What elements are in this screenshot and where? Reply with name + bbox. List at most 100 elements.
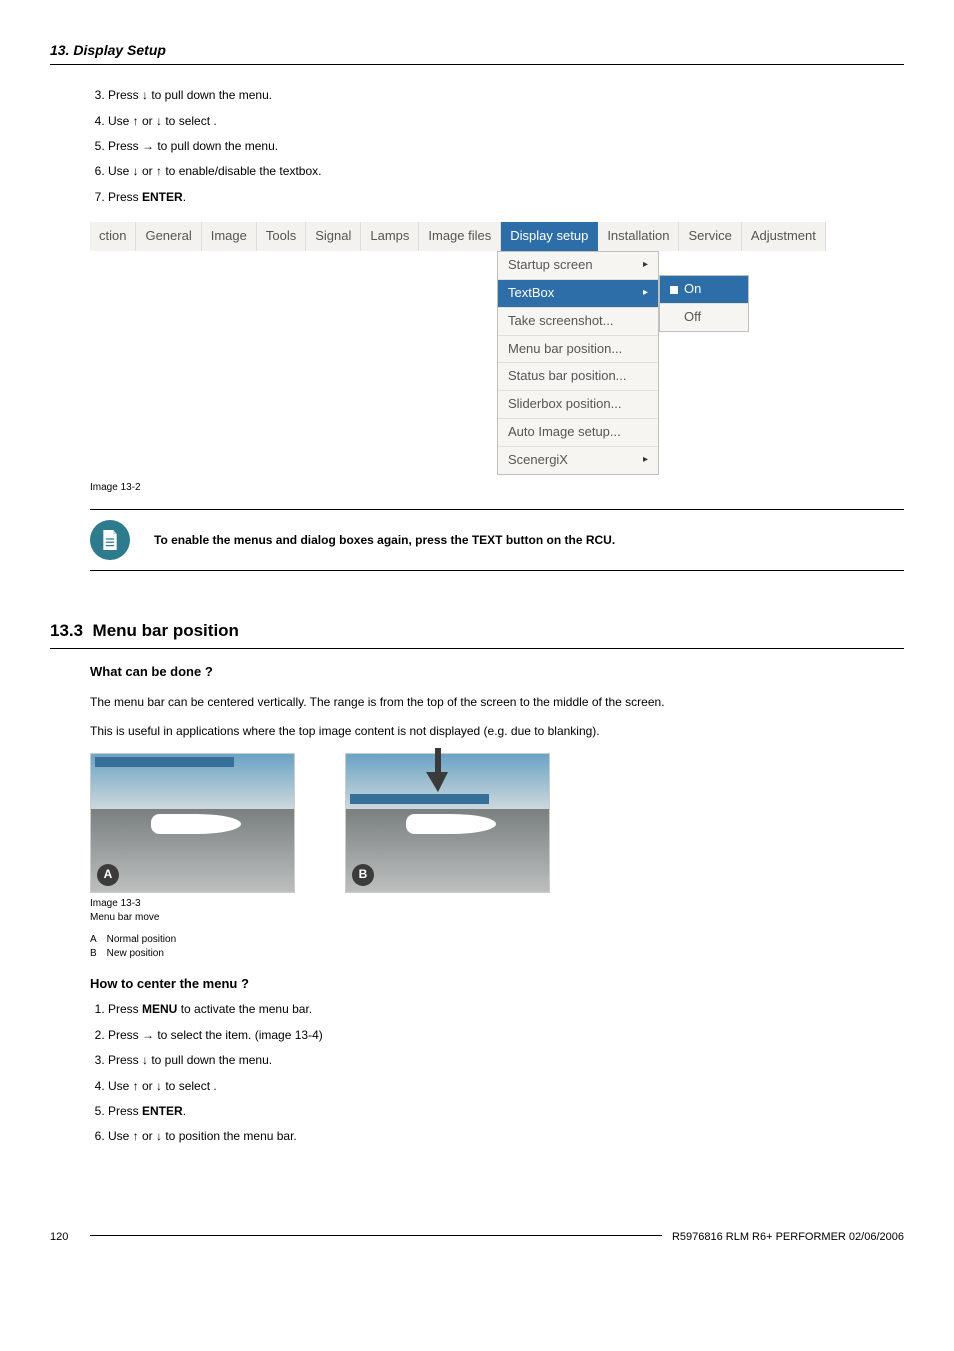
step-7: Press ENTER.	[108, 189, 904, 206]
step-bold: ENTER	[142, 1104, 183, 1118]
menubar-tab[interactable]: Adjustment	[742, 222, 826, 251]
section-title: Menu bar position	[93, 621, 239, 640]
illustration-a: A	[90, 753, 295, 893]
caption-line-2: Menu bar move	[90, 911, 904, 925]
legend-row: A Normal position	[90, 933, 904, 947]
chevron-right-icon: ▸	[643, 286, 648, 301]
how-head: How to center the menu ?	[90, 975, 904, 994]
note-text: To enable the menus and dialog boxes aga…	[154, 532, 615, 549]
how-step: Press ↓ to pull down the menu.	[108, 1052, 904, 1069]
step-prefix: Press	[108, 190, 142, 204]
submenu-item[interactable]: On	[660, 276, 748, 304]
step-text: Press ENTER.	[108, 1104, 186, 1118]
step-5: Press → to pull down the menu.	[108, 138, 904, 155]
how-steps-list: Press MENU to activate the menu bar.Pres…	[90, 1001, 904, 1145]
step-text: Press MENU to activate the menu bar.	[108, 1002, 312, 1016]
mini-menubar	[350, 794, 489, 804]
menubar-tab[interactable]: Lamps	[361, 222, 419, 251]
plane-icon	[406, 814, 496, 834]
menubar-tab[interactable]: Image files	[419, 222, 501, 251]
dropdown-item[interactable]: Sliderbox position...	[498, 391, 658, 419]
legend: A Normal positionB New position	[90, 933, 904, 961]
submenu-item-label: Off	[684, 308, 701, 327]
step-suffix: .	[183, 1104, 186, 1118]
step-4: Use ↑ or ↓ to select .	[108, 113, 904, 130]
illustration-row: A B	[90, 753, 904, 893]
step-text: Press ↓ to pull down the menu.	[108, 88, 272, 102]
chevron-right-icon: ▸	[643, 453, 648, 468]
how-step: Use ↑ or ↓ to select .	[108, 1078, 904, 1095]
menubar-tab[interactable]: ction	[90, 222, 136, 251]
dropdown-item-label: ScenergiX	[508, 451, 568, 470]
chip-a: A	[97, 864, 119, 886]
note-icon	[90, 520, 130, 560]
menu-screenshot: ctionGeneralImageToolsSignalLampsImage f…	[90, 222, 904, 475]
step-text: Use ↓ or ↑ to enable/disable the textbox…	[108, 164, 321, 178]
dropdown-item[interactable]: Take screenshot...	[498, 308, 658, 336]
step-suffix: to activate the menu bar.	[177, 1002, 312, 1016]
step-prefix: Press	[108, 1104, 142, 1118]
plane-icon	[151, 814, 241, 834]
steps-top-list: Press ↓ to pull down the menu. Use ↑ or …	[90, 87, 904, 206]
submenu-item[interactable]: Off	[660, 304, 748, 331]
illus-caption: Image 13-3 Menu bar move	[90, 897, 904, 925]
step-text: Press → to pull down the menu.	[108, 139, 278, 153]
section-heading: 13.3 Menu bar position	[50, 619, 904, 649]
menubar-tab[interactable]: Image	[202, 222, 257, 251]
chip-b: B	[352, 864, 374, 886]
menubar-tab[interactable]: Signal	[306, 222, 361, 251]
dropdown-item[interactable]: Menu bar position...	[498, 336, 658, 364]
how-step: Use ↑ or ↓ to position the menu bar.	[108, 1128, 904, 1145]
dropdown-item[interactable]: Status bar position...	[498, 363, 658, 391]
menubar-tab[interactable]: Service	[679, 222, 741, 251]
step-bold: ENTER	[142, 190, 183, 204]
dropdown-item-label: Take screenshot...	[508, 312, 614, 331]
step-text: Use ↑ or ↓ to select .	[108, 1079, 217, 1093]
dropdown-wrap: Startup screen▸TextBox▸Take screenshot..…	[497, 251, 904, 475]
dropdown-item-label: Auto Image setup...	[508, 423, 621, 442]
what-can-be-done-head: What can be done ?	[90, 663, 904, 682]
step-text: Press ↓ to pull down the menu.	[108, 1053, 272, 1067]
illustration-b: B	[345, 753, 550, 893]
page-header: 13. Display Setup	[50, 40, 904, 65]
what-p2: This is useful in applications where the…	[90, 723, 904, 740]
step-text: Use ↑ or ↓ to select .	[108, 114, 217, 128]
page-footer: 120 R5976816 RLM R6+ PERFORMER 02/06/200…	[50, 1226, 904, 1246]
dropdown-item[interactable]: Startup screen▸	[498, 252, 658, 280]
menubar-tab[interactable]: Tools	[257, 222, 306, 251]
caption-line-1: Image 13-3	[90, 897, 904, 911]
dropdown-item-label: Sliderbox position...	[508, 395, 621, 414]
menubar: ctionGeneralImageToolsSignalLampsImage f…	[90, 222, 904, 251]
how-step: Press MENU to activate the menu bar.	[108, 1001, 904, 1018]
step-text: Press → to select the item. (image 13-4)	[108, 1028, 323, 1042]
square-marker-icon	[670, 286, 678, 294]
doc-id: R5976816 RLM R6+ PERFORMER 02/06/2006	[662, 1230, 904, 1246]
arrow-down-icon	[426, 748, 450, 792]
menubar-tab[interactable]: Display setup	[501, 222, 598, 251]
section-number: 13.3	[50, 621, 83, 640]
dropdown-menu: Startup screen▸TextBox▸Take screenshot..…	[497, 251, 659, 475]
top-steps-block: Press ↓ to pull down the menu. Use ↑ or …	[90, 87, 904, 495]
note-block: To enable the menus and dialog boxes aga…	[90, 509, 904, 571]
what-p1: The menu bar can be centered vertically.…	[90, 694, 904, 711]
mini-menubar	[95, 757, 234, 767]
dropdown-item-label: Startup screen	[508, 256, 593, 275]
section-body: What can be done ? The menu bar can be c…	[90, 663, 904, 1146]
how-step: Press ENTER.	[108, 1103, 904, 1120]
how-step: Press → to select the item. (image 13-4)	[108, 1027, 904, 1044]
dropdown-item[interactable]: ScenergiX ▸	[498, 447, 658, 474]
menubar-tab[interactable]: Installation	[598, 222, 679, 251]
dropdown-item-label: Status bar position...	[508, 367, 627, 386]
dropdown-item-label: Menu bar position...	[508, 340, 622, 359]
menubar-tab[interactable]: General	[136, 222, 201, 251]
step-suffix: .	[183, 190, 186, 204]
step-6: Use ↓ or ↑ to enable/disable the textbox…	[108, 163, 904, 180]
step-3: Press ↓ to pull down the menu.	[108, 87, 904, 104]
legend-row: B New position	[90, 947, 904, 961]
submenu: On Off	[659, 275, 749, 332]
step-prefix: Press	[108, 1002, 142, 1016]
step-text: Use ↑ or ↓ to position the menu bar.	[108, 1129, 297, 1143]
dropdown-item[interactable]: TextBox ▸	[498, 280, 658, 308]
dropdown-item-label: TextBox	[508, 284, 554, 303]
dropdown-item[interactable]: Auto Image setup...	[498, 419, 658, 447]
